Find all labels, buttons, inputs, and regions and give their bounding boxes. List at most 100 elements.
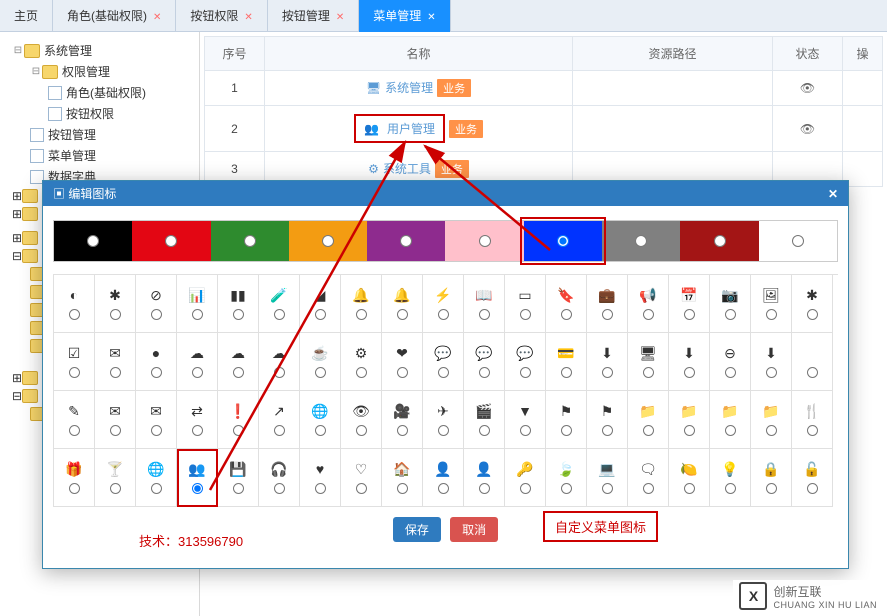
icon-option[interactable]: 👁 (341, 391, 382, 449)
icon-option[interactable]: 🗨 (628, 449, 669, 507)
icon-option[interactable]: ⬇ (587, 333, 628, 391)
tree-node-btn-mgmt[interactable]: 按钮管理 (4, 124, 195, 145)
icon-option[interactable]: 💻 (587, 449, 628, 507)
color-swatch[interactable] (524, 221, 602, 261)
icon-option[interactable]: ✱ (792, 275, 833, 333)
tab-role[interactable]: 角色(基础权限)✕ (53, 0, 176, 32)
icon-option[interactable]: 👥 (177, 449, 218, 507)
icon-option[interactable]: 📖 (464, 275, 505, 333)
icon-option[interactable]: ◐ (54, 275, 95, 333)
icon-option[interactable]: 🌐 (300, 391, 341, 449)
icon-option[interactable]: 🎁 (54, 449, 95, 507)
icon-option[interactable]: ▼ (505, 391, 546, 449)
icon-option[interactable]: ⬇ (751, 333, 792, 391)
tab-home[interactable]: 主页 (0, 0, 53, 32)
icon-option[interactable]: ⊘ (136, 275, 177, 333)
tree-node-menu-mgmt[interactable]: 菜单管理 (4, 145, 195, 166)
icon-option[interactable]: 🎧 (259, 449, 300, 507)
icon-option[interactable]: 📁 (628, 391, 669, 449)
icon-option[interactable]: 🧪 (259, 275, 300, 333)
icon-option[interactable]: ⬇ (669, 333, 710, 391)
icon-option[interactable]: ✎ (54, 391, 95, 449)
icon-option[interactable]: 👤 (464, 449, 505, 507)
icon-option[interactable]: 🏠 (382, 449, 423, 507)
color-swatch[interactable] (680, 221, 758, 261)
close-icon[interactable]: ✕ (828, 187, 838, 201)
tab-menu-mgmt[interactable]: 菜单管理✕ (359, 0, 450, 32)
icon-option[interactable]: 🌐 (136, 449, 177, 507)
icon-option[interactable]: 📅 (669, 275, 710, 333)
icon-option[interactable]: ▭ (505, 275, 546, 333)
color-swatch[interactable] (759, 221, 837, 261)
icon-option[interactable]: ✱ (95, 275, 136, 333)
icon-option[interactable]: ♥ (300, 449, 341, 507)
icon-option[interactable]: ⚙ (341, 333, 382, 391)
tab-btn-mgmt[interactable]: 按钮管理✕ (268, 0, 359, 32)
icon-option[interactable]: 🔔 (382, 275, 423, 333)
color-swatch[interactable] (602, 221, 680, 261)
icon-option[interactable]: 🍃 (546, 449, 587, 507)
close-icon[interactable]: ✕ (427, 12, 435, 23)
color-swatch[interactable] (445, 221, 523, 261)
icon-option[interactable]: 🍸 (95, 449, 136, 507)
icon-option[interactable]: ✈ (423, 391, 464, 449)
icon-option[interactable]: 🔔 (341, 275, 382, 333)
icon-option[interactable]: 📁 (669, 391, 710, 449)
icon-option[interactable]: ⊖ (710, 333, 751, 391)
tree-node-perm[interactable]: ⊟权限管理 (4, 61, 195, 82)
icon-option[interactable]: 📷 (710, 275, 751, 333)
icon-option[interactable]: 💬 (423, 333, 464, 391)
icon-option[interactable]: 📁 (710, 391, 751, 449)
cancel-button[interactable]: 取消 (450, 517, 498, 542)
icon-option[interactable]: 💳 (546, 333, 587, 391)
icon-option[interactable]: 🍋 (669, 449, 710, 507)
icon-option[interactable]: 🎬 (464, 391, 505, 449)
icon-option[interactable]: ⚑ (546, 391, 587, 449)
icon-option[interactable]: 🔓 (792, 449, 833, 507)
eye-icon[interactable]: 👁 (800, 81, 815, 95)
icon-option[interactable]: ✉ (136, 391, 177, 449)
icon-option[interactable]: ⚑ (587, 391, 628, 449)
close-icon[interactable]: ✕ (336, 12, 344, 23)
icon-option[interactable]: 📊 (177, 275, 218, 333)
icon-option[interactable]: 💾 (218, 449, 259, 507)
tree-node-btn-perm[interactable]: 按钮权限 (4, 103, 195, 124)
icon-option[interactable]: 🔖 (546, 275, 587, 333)
icon-option[interactable]: ↗ (259, 391, 300, 449)
icon-option[interactable]: 🖥 (628, 333, 669, 391)
icon-option[interactable]: ❤ (382, 333, 423, 391)
icon-option[interactable]: ⚡ (423, 275, 464, 333)
color-swatch[interactable] (367, 221, 445, 261)
close-icon[interactable]: ✕ (153, 12, 161, 23)
icon-option[interactable]: ☕ (300, 333, 341, 391)
icon-option[interactable]: ❗ (218, 391, 259, 449)
icon-option[interactable]: ✉ (95, 391, 136, 449)
icon-option[interactable]: 🎥 (382, 391, 423, 449)
icon-option[interactable]: 🔑 (505, 449, 546, 507)
table-row[interactable]: 2 👥用户管理业务 👁 (205, 106, 883, 152)
tree-node-role[interactable]: 角色(基础权限) (4, 82, 195, 103)
icon-option[interactable]: 💡 (710, 449, 751, 507)
icon-option[interactable]: 💬 (464, 333, 505, 391)
color-swatch[interactable] (54, 221, 132, 261)
color-swatch[interactable] (289, 221, 367, 261)
icon-option[interactable]: 👤 (423, 449, 464, 507)
color-swatch[interactable] (211, 221, 289, 261)
icon-option[interactable]: 💬 (505, 333, 546, 391)
color-swatch[interactable] (132, 221, 210, 261)
table-row[interactable]: 1 🖥系统管理业务 👁 (205, 71, 883, 106)
icon-option[interactable]: ☑ (54, 333, 95, 391)
icon-option[interactable]: 📁 (751, 391, 792, 449)
icon-option[interactable]: 🍴 (792, 391, 833, 449)
icon-option[interactable]: ● (136, 333, 177, 391)
icon-option[interactable]: ☁ (259, 333, 300, 391)
icon-option[interactable]: ▮▮ (218, 275, 259, 333)
close-icon[interactable]: ✕ (244, 12, 252, 23)
icon-option[interactable] (792, 333, 833, 391)
icon-option[interactable]: ◢ (300, 275, 341, 333)
eye-icon[interactable]: 👁 (800, 122, 815, 136)
icon-option[interactable]: 💼 (587, 275, 628, 333)
icon-option[interactable]: ☁ (218, 333, 259, 391)
icon-option[interactable]: 📢 (628, 275, 669, 333)
icon-option[interactable]: 🖼 (751, 275, 792, 333)
